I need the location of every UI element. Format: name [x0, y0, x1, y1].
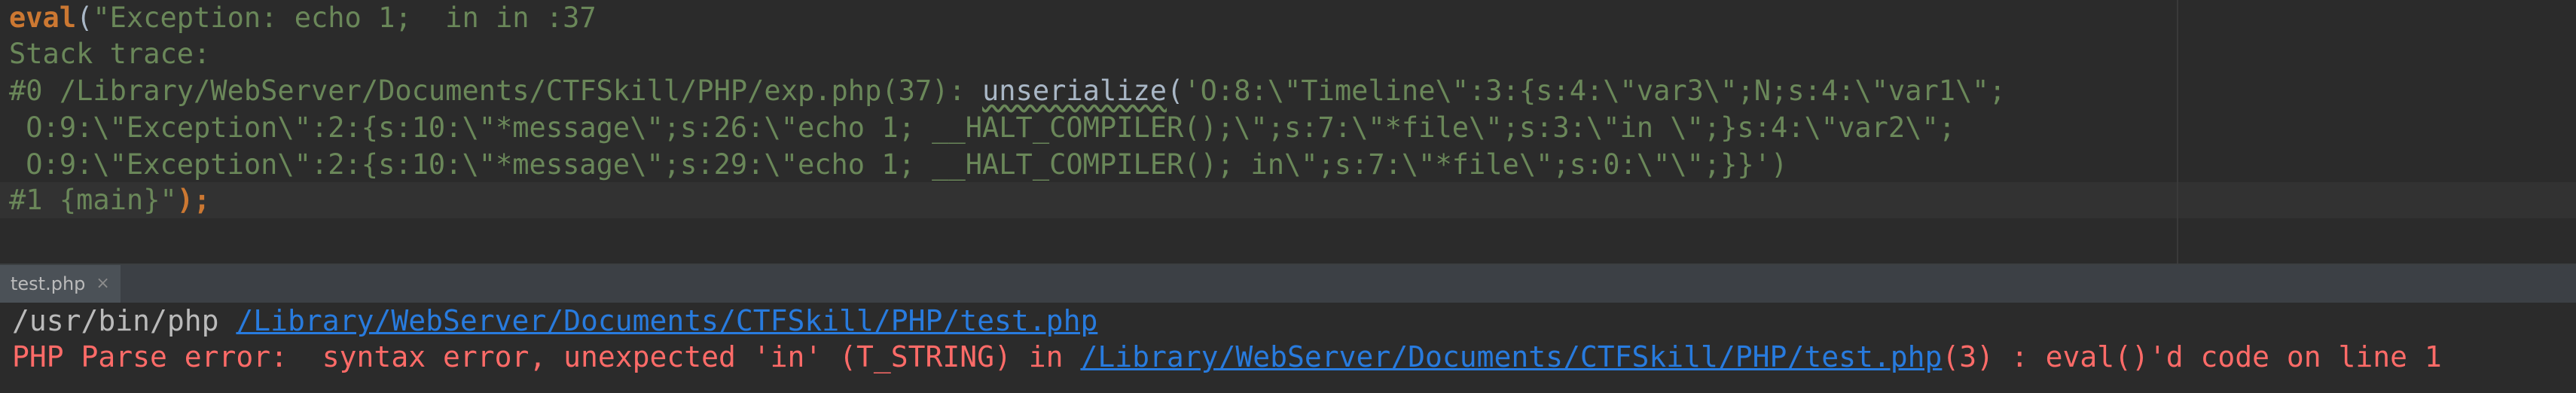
code-line-2[interactable]: Stack trace:: [9, 36, 210, 72]
code-editor[interactable]: eval("Exception: echo 1; in in :37 Stack…: [0, 0, 2576, 264]
code-line-6[interactable]: #1 {main}");: [9, 182, 210, 218]
run-tab-test-php[interactable]: test.php ×: [0, 265, 121, 303]
string-literal: #0 /Library/WebServer/Documents/CTFSkill…: [9, 75, 983, 107]
open-paren: (: [1167, 75, 1184, 107]
code-line-4[interactable]: O:9:\"Exception\":2:{s:10:\"*message\";s…: [9, 110, 1955, 146]
eval-keyword: eval: [9, 2, 77, 34]
unserialize-function-ref: unserialize: [982, 75, 1167, 107]
open-paren: (: [76, 2, 93, 34]
console-error-suffix: (3) : eval()'d code on line 1: [1942, 340, 2442, 373]
current-line-highlight: [0, 182, 2576, 218]
string-literal: O:9:\"Exception\":2:{s:10:\"*message\";s…: [9, 111, 1956, 144]
string-literal: O:9:\"Exception\":2:{s:10:\"*message\";s…: [9, 148, 1788, 181]
console-file-link[interactable]: /Library/WebServer/Documents/CTFSkill/PH…: [236, 304, 1097, 337]
run-tool-window-tabbar: test.php ×: [0, 265, 2576, 303]
run-tab-label: test.php: [11, 273, 86, 294]
string-literal: 'O:8:\"Timeline\":3:{s:4:\"var3\";N;s:4:…: [1183, 75, 2006, 107]
string-literal: "Exception: echo 1; in in :37: [93, 2, 597, 34]
close-paren-semicolon: );: [176, 184, 211, 216]
code-line-3[interactable]: #0 /Library/WebServer/Documents/CTFSkill…: [9, 73, 2006, 109]
right-margin-guide: [2177, 0, 2178, 264]
console-command-text: /usr/bin/php: [12, 304, 237, 337]
console-error-text: PHP Parse error: syntax error, unexpecte…: [12, 340, 1081, 373]
string-literal: Stack trace:: [9, 38, 211, 70]
console-error-file-link[interactable]: /Library/WebServer/Documents/CTFSkill/PH…: [1080, 340, 1942, 373]
code-line-5[interactable]: O:9:\"Exception\":2:{s:10:\"*message\";s…: [9, 147, 1787, 183]
console-line-error: PHP Parse error: syntax error, unexpecte…: [12, 339, 2442, 375]
string-literal: #1 {main}": [9, 184, 177, 216]
close-icon[interactable]: ×: [96, 276, 109, 292]
console-line-command: /usr/bin/php /Library/WebServer/Document…: [12, 303, 1097, 339]
code-line-1[interactable]: eval("Exception: echo 1; in in :37: [9, 0, 597, 36]
run-console-output[interactable]: /usr/bin/php /Library/WebServer/Document…: [0, 303, 2576, 393]
